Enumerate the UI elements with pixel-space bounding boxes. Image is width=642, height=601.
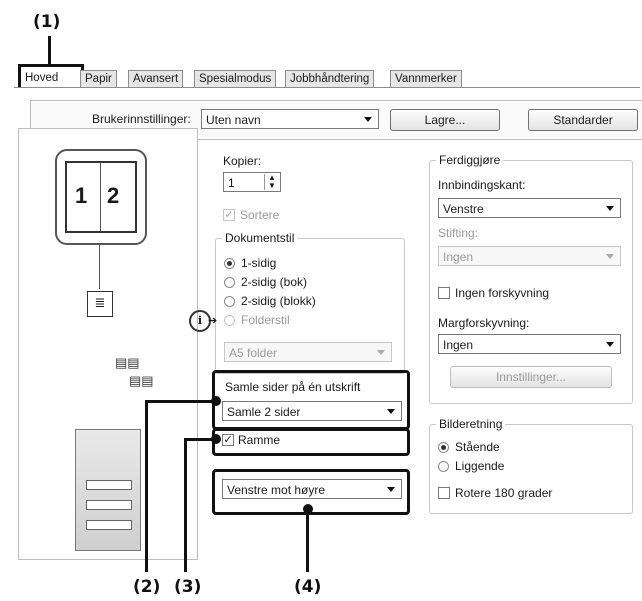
margin-label: Margforskyvning: [438, 316, 530, 330]
staple-select[interactable]: Ingen [438, 246, 621, 266]
callout-2: (2) [133, 577, 161, 597]
copies-value: 1 [228, 176, 235, 190]
binding-label: Innbindingskant: [438, 178, 526, 192]
portrait-label: Stående [455, 440, 500, 454]
rotate-180-checkbox[interactable] [438, 487, 450, 499]
no-offset-label: Ingen forskyvning [455, 286, 550, 300]
landscape-label: Liggende [455, 459, 505, 473]
collate-checkbox[interactable]: ✓ [223, 209, 235, 221]
callout-1: (1) [33, 12, 61, 32]
folder-style-label: Folderstil [241, 313, 290, 327]
tab-jobbhandtering[interactable]: Jobbhåndtering [285, 70, 375, 87]
info-arrow-icon: ➔ [208, 315, 218, 327]
two-sided-book-label: 2-sidig (bok) [241, 275, 308, 289]
tab-spesialmodus[interactable]: Spesialmodus [194, 70, 277, 87]
finishing-title: Ferdiggjøre [436, 153, 504, 167]
callout-3-leader [184, 438, 187, 572]
preview-pane: 1 2 ≣ ▤▤ ▤▤ [18, 128, 198, 560]
tab-vannmerker[interactable]: Vannmerker [390, 70, 462, 87]
multi-copy-icon-2: ▤▤ [129, 373, 154, 388]
defaults-button[interactable]: Standarder [528, 109, 638, 131]
chevron-down-icon [364, 117, 372, 122]
page-divider [100, 163, 101, 231]
page-preview: 1 2 [55, 149, 147, 245]
one-sided-label: 1-sidig [241, 256, 277, 270]
document-style-title: Dokumentstil [222, 231, 298, 245]
collate-label: Sortere [240, 208, 280, 222]
page-preview-inner: 1 2 [65, 161, 137, 233]
binding-value: Venstre [443, 202, 484, 216]
two-sided-tablet-label: 2-sidig (blokk) [241, 294, 316, 308]
save-button[interactable]: Lagre... [390, 109, 500, 131]
radio-two-sided-book[interactable] [224, 277, 235, 288]
callout-1-leader [48, 36, 51, 64]
radio-landscape[interactable] [438, 461, 449, 472]
margin-settings-button[interactable]: Innstillinger... [450, 366, 612, 388]
page-number-left: 1 [75, 183, 88, 208]
printer-tray [86, 520, 132, 530]
callout-3: (3) [174, 577, 202, 597]
copies-input[interactable]: 1 ▲ ▼ [223, 172, 281, 192]
connector-line [99, 243, 100, 289]
chevron-down-icon [606, 254, 614, 259]
binding-select[interactable]: Venstre [438, 198, 621, 218]
radio-folder-style[interactable] [224, 315, 235, 326]
copies-label: Kopier: [223, 154, 262, 168]
staple-label: Stifting: [438, 226, 479, 240]
folder-size-value: A5 folder [229, 346, 278, 360]
page-number-right: 2 [107, 183, 120, 208]
callout-2-leader [145, 400, 215, 403]
callout-4-leader [306, 508, 309, 572]
radio-portrait[interactable] [438, 442, 449, 453]
printer-tray [86, 500, 132, 510]
document-icon: ≣ [87, 291, 113, 317]
main-panel: Brukerinnstillinger: Uten navn Lagre... … [14, 87, 642, 560]
tab-papir[interactable]: Papir [80, 70, 117, 87]
radio-one-sided[interactable] [224, 258, 235, 269]
callout-3-leader [184, 438, 214, 441]
margin-value: Ingen [443, 338, 474, 352]
chevron-down-icon [606, 342, 614, 347]
callout-4: (4) [294, 577, 322, 597]
highlight-nup [212, 370, 410, 430]
chevron-down-icon [377, 350, 385, 355]
staple-value: Ingen [443, 250, 474, 264]
highlight-border [212, 428, 410, 456]
no-offset-checkbox[interactable] [438, 287, 450, 299]
printer-icon [75, 429, 141, 551]
margin-select[interactable]: Ingen [438, 334, 621, 354]
callout-2-leader [145, 400, 148, 572]
user-settings-value: Uten navn [206, 113, 261, 127]
radio-two-sided-tablet[interactable] [224, 296, 235, 307]
rotate-180-label: Rotere 180 grader [455, 486, 553, 500]
orientation-title: Bilderetning [436, 417, 506, 431]
tab-avansert[interactable]: Avansert [128, 70, 184, 87]
multi-copy-icon: ▤▤ [115, 355, 140, 370]
user-settings-label: Brukerinnstillinger: [92, 112, 191, 126]
printer-tray [86, 480, 132, 490]
user-settings-select[interactable]: Uten navn [201, 109, 379, 129]
chevron-down-icon [606, 206, 614, 211]
spinner-icon[interactable]: ▲ ▼ [264, 174, 279, 190]
folder-size-select[interactable]: A5 folder [224, 342, 392, 362]
